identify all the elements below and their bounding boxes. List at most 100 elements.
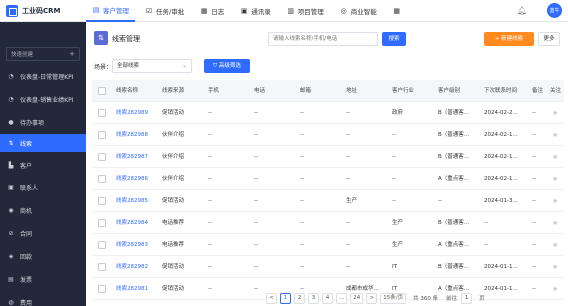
row-checkbox[interactable] bbox=[98, 241, 106, 249]
new-clue-button[interactable]: + 新建线索 bbox=[484, 32, 534, 46]
sidebar-item-dashboard-daily[interactable]: ◔ 仪表盘-日常管理KPI bbox=[0, 67, 86, 85]
payment-icon: ◈ bbox=[8, 252, 14, 260]
table-cell: 促销活动 bbox=[162, 110, 185, 116]
bell-icon[interactable]: 🔔︎ bbox=[517, 6, 527, 16]
topnav-customer[interactable]: ▤ 客户管理 bbox=[86, 0, 135, 22]
page-button[interactable]: 24 bbox=[350, 292, 364, 304]
sidebar-item-customer[interactable]: ▙ 客户 bbox=[0, 156, 86, 174]
table-row[interactable]: 线索282988 伙伴介绍 -- -- -- -- -- B（普通客... 2024-02-1.… bbox=[92, 124, 564, 146]
table-cell: -- bbox=[532, 198, 536, 204]
sidebar-item-payment[interactable]: ◈ 回款 bbox=[0, 247, 86, 265]
sidebar-item-label: 回款 bbox=[20, 253, 33, 261]
topnav-label: 客户管理 bbox=[103, 7, 129, 15]
table-cell: -- bbox=[532, 286, 536, 292]
topnav-task[interactable]: ☑ 任务/审批 bbox=[139, 0, 190, 22]
row-checkbox[interactable] bbox=[98, 219, 106, 227]
clue-name-link[interactable]: 线索282981 bbox=[116, 278, 148, 300]
topnav-project[interactable]: ▥ 项目管理 bbox=[281, 0, 330, 22]
table-row[interactable]: 线索282989 促销活动 -- -- -- -- 政府 B（普通客... 2024-02-2.… bbox=[92, 102, 564, 124]
sidebar-item-contacts[interactable]: ▣ 联系人 bbox=[0, 178, 86, 196]
sidebar-item-contract[interactable]: ⊘ 合同 bbox=[0, 224, 86, 242]
table-cell: 2024-02-2... bbox=[484, 110, 518, 116]
col-header[interactable]: 电话 bbox=[254, 80, 265, 102]
sidebar-item-expense[interactable]: ◍ 费用 bbox=[0, 293, 86, 306]
search-button[interactable]: 搜索 bbox=[382, 32, 406, 46]
sidebar-item-invoice[interactable]: ▤ 发票 bbox=[0, 270, 86, 288]
col-header[interactable]: 线索来源 bbox=[162, 80, 184, 102]
row-checkbox[interactable] bbox=[98, 285, 106, 293]
col-header[interactable]: 备注 bbox=[532, 80, 543, 102]
table-row[interactable]: 线索282983 电话推荐 -- -- -- -- 生产 A（重点客... -- -- ★ bbox=[92, 234, 564, 256]
sidebar-item-label: 联系人 bbox=[20, 184, 39, 192]
table-row[interactable]: 线索282984 电话推荐 -- -- -- -- 生产 B（普通客... -- -- ★ bbox=[92, 212, 564, 234]
search-input[interactable] bbox=[268, 32, 378, 46]
clue-name-link[interactable]: 线索282982 bbox=[116, 256, 148, 278]
avatar[interactable]: 蓝牛 bbox=[547, 3, 562, 18]
select-all-checkbox[interactable] bbox=[98, 87, 106, 95]
col-header[interactable]: 手机 bbox=[208, 80, 219, 102]
clue-name-link[interactable]: 线索282985 bbox=[116, 190, 148, 212]
next-page-button[interactable]: > bbox=[366, 292, 378, 304]
page-button[interactable]: 2 bbox=[294, 292, 305, 304]
prev-page-button[interactable]: < bbox=[266, 292, 277, 304]
table-row[interactable]: 线索282985 促销活动 -- -- -- 生产 -- -- 2024-01-3... -- ★ bbox=[92, 190, 564, 212]
star-icon[interactable]: ★ bbox=[552, 168, 558, 190]
advanced-filter-button[interactable]: ⛉ 高级筛选 bbox=[204, 59, 250, 73]
row-checkbox[interactable] bbox=[98, 153, 106, 161]
row-checkbox[interactable] bbox=[98, 131, 106, 139]
clue-name-link[interactable]: 线索282987 bbox=[116, 146, 148, 168]
star-icon[interactable]: ★ bbox=[552, 146, 558, 168]
page-button[interactable]: 4 bbox=[322, 292, 333, 304]
clue-icon: ⇅ bbox=[8, 139, 14, 147]
col-header[interactable]: 下次联系时间 bbox=[484, 80, 517, 102]
topnav-log[interactable]: ▦ 日志 bbox=[194, 0, 230, 22]
sidebar-item-opportunity[interactable]: ◉ 商机 bbox=[0, 201, 86, 219]
row-checkbox[interactable] bbox=[98, 175, 106, 183]
clue-name-link[interactable]: 线索282983 bbox=[116, 234, 148, 256]
topnav-contacts[interactable]: ▣ 通讯录 bbox=[234, 0, 277, 22]
star-icon[interactable]: ★ bbox=[552, 256, 558, 278]
star-icon[interactable]: ★ bbox=[552, 124, 558, 146]
star-icon[interactable]: ★ bbox=[552, 212, 558, 234]
table-row[interactable]: 线索282982 促销活动 -- -- -- -- IT B（普通客... 2024-01-1.… bbox=[92, 256, 564, 278]
row-checkbox[interactable] bbox=[98, 197, 106, 205]
sidebar-item-clue[interactable]: ⇅ 线索 bbox=[0, 134, 86, 152]
quick-create-button[interactable]: 快速创建 + bbox=[6, 47, 80, 61]
topnav-apps[interactable]: ▦ bbox=[387, 0, 410, 22]
col-header[interactable]: 客户行业 bbox=[392, 80, 414, 102]
table-row[interactable]: 线索282987 伙伴介绍 -- -- -- -- -- B（普通客... 2024-02-1.… bbox=[92, 146, 564, 168]
col-header[interactable]: 关注 bbox=[550, 80, 561, 102]
clue-name-link[interactable]: 线索282988 bbox=[116, 124, 148, 146]
clue-name-link[interactable]: 线索282986 bbox=[116, 168, 148, 190]
star-icon[interactable]: ★ bbox=[552, 190, 558, 212]
table-cell: 伙伴介绍 bbox=[162, 176, 185, 182]
more-button[interactable]: 更多 bbox=[538, 32, 560, 46]
row-checkbox[interactable] bbox=[98, 109, 106, 117]
row-checkbox[interactable] bbox=[98, 263, 106, 271]
clue-name-link[interactable]: 线索282984 bbox=[116, 212, 148, 234]
table-cell: 2024-02-1... bbox=[484, 154, 518, 160]
scene-select[interactable]: 全部线索 ⌄ bbox=[112, 59, 192, 73]
topnav-bi[interactable]: ◎ 商业智能 bbox=[334, 0, 383, 22]
clue-table: 线索名称 线索来源 手机 电话 邮箱 地址 客户行业 客户级别 下次联系时间 备… bbox=[92, 80, 564, 300]
sidebar-item-dashboard-sales[interactable]: ◔ 仪表盘-销售业绩KPI bbox=[0, 90, 86, 108]
app-logo[interactable]: 工业码CRM bbox=[6, 4, 61, 18]
col-header[interactable]: 邮箱 bbox=[300, 80, 311, 102]
col-header[interactable]: 客户级别 bbox=[438, 80, 460, 102]
col-header[interactable]: 线索名称 bbox=[116, 80, 138, 102]
table-row[interactable]: 线索282986 伙伴介绍 -- -- -- -- -- A（重点客... 2024-02-1.… bbox=[92, 168, 564, 190]
page-button[interactable]: 1 bbox=[280, 292, 291, 304]
scene-label: 场景： bbox=[94, 64, 113, 71]
page-size-select[interactable]: 15条/页 bbox=[380, 292, 407, 304]
page-ellipsis[interactable]: ... bbox=[336, 292, 348, 304]
star-icon[interactable]: ★ bbox=[552, 102, 558, 124]
page-button[interactable]: 3 bbox=[308, 292, 319, 304]
star-icon[interactable]: ★ bbox=[552, 278, 558, 300]
goto-input[interactable]: 1 bbox=[461, 292, 473, 304]
star-icon[interactable]: ★ bbox=[552, 234, 558, 256]
sidebar-item-todo[interactable]: ● 待办事项 bbox=[0, 113, 86, 131]
clue-name-link[interactable]: 线索282989 bbox=[116, 102, 148, 124]
advanced-filter-label: 高级筛选 bbox=[218, 63, 241, 69]
customer-icon: ▤ bbox=[92, 6, 100, 14]
col-header[interactable]: 地址 bbox=[346, 80, 357, 102]
